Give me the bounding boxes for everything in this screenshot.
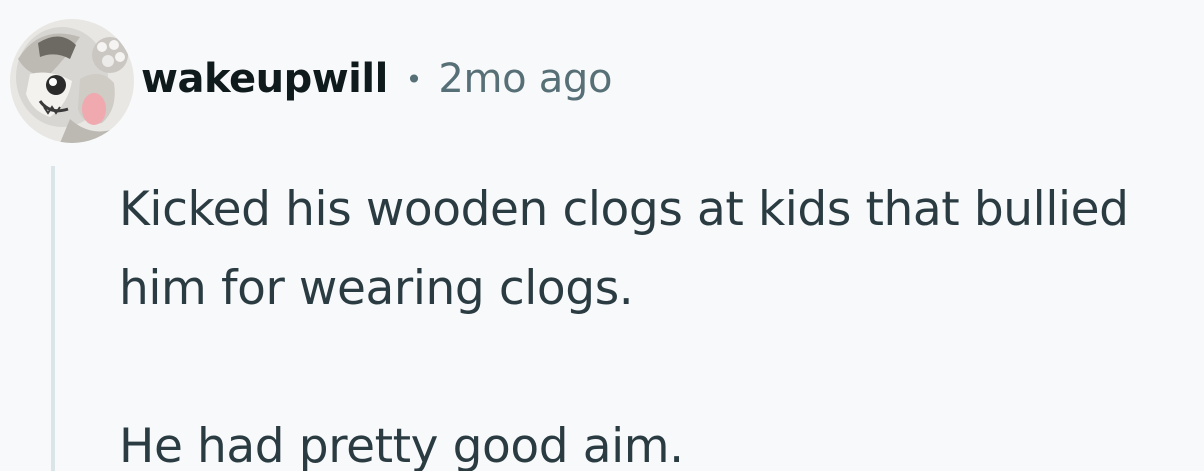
thread-collapse-line[interactable] (51, 166, 55, 471)
comment-text-line: Kicked his wooden clogs at kids that bul… (119, 182, 1129, 237)
comment-text-line: He had pretty good aim. (119, 419, 684, 471)
comment-text-line: him for wearing clogs. (119, 261, 634, 316)
comment-timestamp[interactable]: 2mo ago (438, 56, 612, 102)
comment-header: wakeupwill • 2mo ago (10, 18, 613, 144)
avatar[interactable] (10, 19, 134, 143)
comment-body: Kicked his wooden clogs at kids that bul… (119, 170, 1199, 471)
cartoon-character-avatar-icon (10, 19, 134, 143)
comment-author-username[interactable]: wakeupwill (141, 56, 388, 102)
meta-separator: • (405, 62, 423, 96)
